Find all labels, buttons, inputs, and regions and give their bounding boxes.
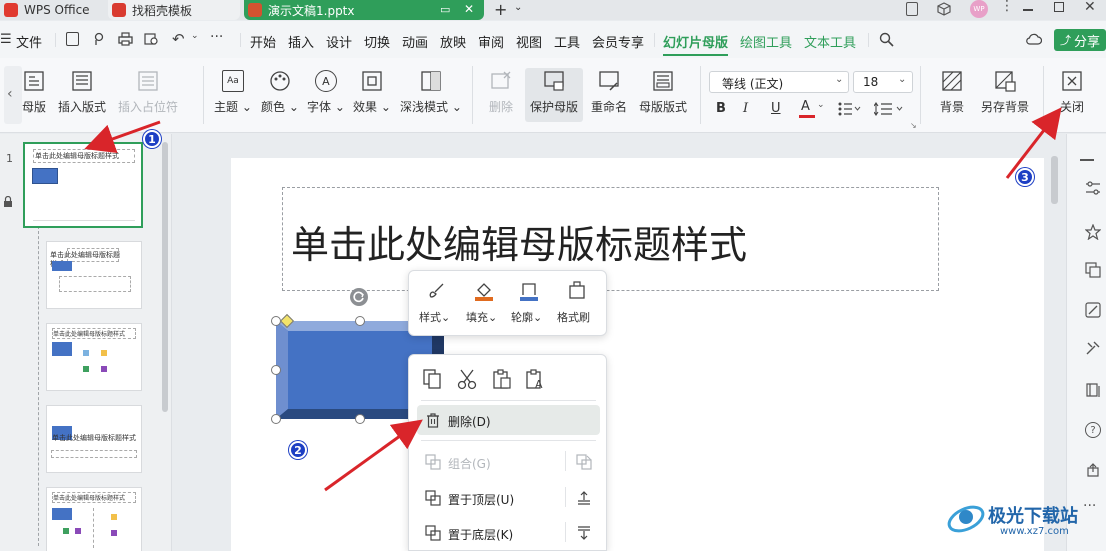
annotation-marker-2: 2 [289,441,307,459]
annotation-arrows [84,107,1062,492]
annotation-marker-1: 1 [143,130,161,148]
watermark-text: 极光下载站 [988,506,1078,527]
watermark-url: www.xz7.com [1000,526,1069,537]
watermark-logo-icon [946,497,986,537]
annotation-marker-3: 3 [1016,168,1034,186]
